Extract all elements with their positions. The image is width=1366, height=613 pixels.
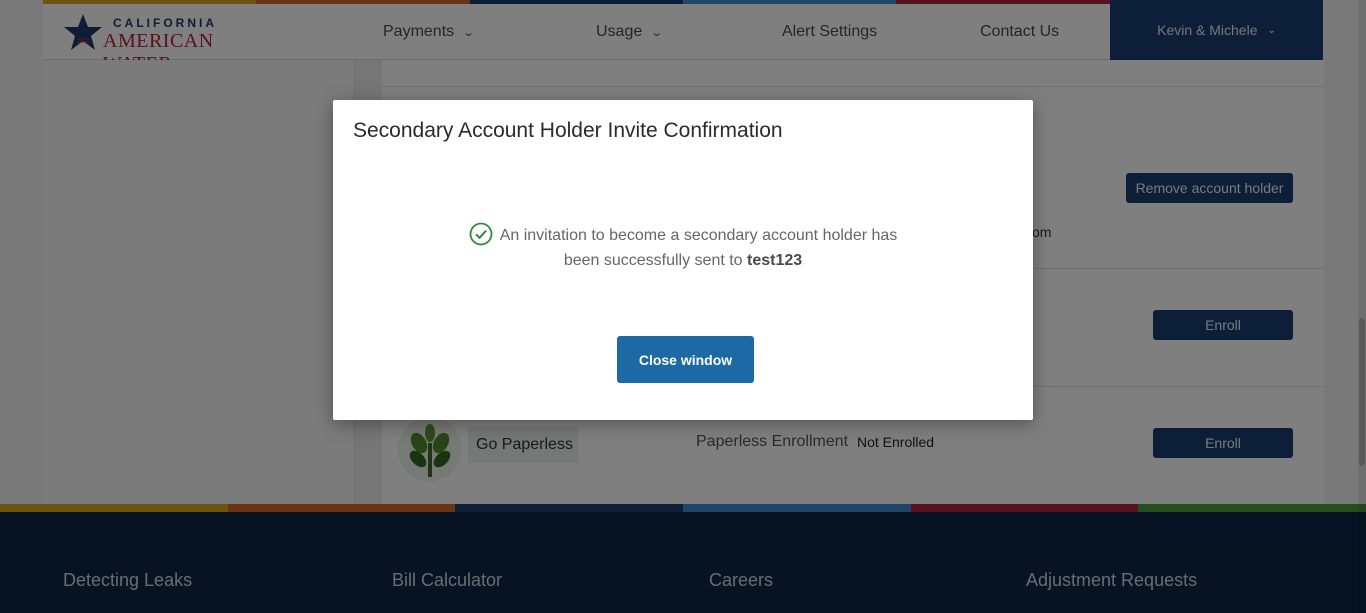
page-scrollbar[interactable] — [1358, 0, 1366, 613]
close-window-button[interactable]: Close window — [617, 336, 754, 383]
invite-confirmation-dialog: Secondary Account Holder Invite Confirma… — [333, 100, 1033, 420]
account-page: CALIFORNIA AMERICAN WATER Payments ⌄ Usa… — [0, 0, 1366, 613]
confirmation-text: An invitation to become a secondary acco… — [499, 227, 898, 269]
scrollbar-thumb[interactable] — [1359, 318, 1365, 466]
confirmation-message: An invitation to become a secondary acco… — [453, 222, 913, 273]
success-check-icon — [469, 222, 493, 246]
recipient-name: test123 — [747, 252, 803, 269]
dialog-title: Secondary Account Holder Invite Confirma… — [353, 119, 783, 142]
